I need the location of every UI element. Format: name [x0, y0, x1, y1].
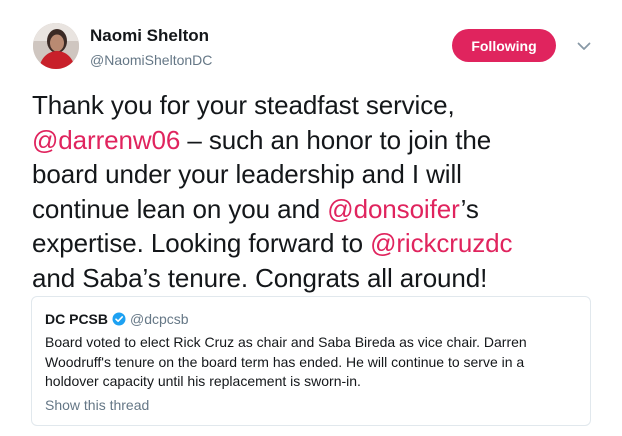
tweet-text-segment: ’s [460, 193, 479, 224]
quoted-author-name: DC PCSB [45, 311, 109, 327]
mention-link[interactable]: @darrenw06 [32, 125, 180, 155]
quoted-tweet-line: Woodruff's tenure on the board term has … [45, 353, 525, 370]
mention-link[interactable]: @donsoifer [327, 194, 460, 224]
tweet-text-segment: continue lean on you and [32, 193, 328, 224]
tweet-text-line: expertise. Looking forward to @rickcruzd… [32, 226, 592, 261]
tweet-text-line: and Saba’s tenure. Congrats all around! [32, 261, 592, 296]
tweet-text-line: board under your leadership and I will [32, 157, 592, 192]
following-button[interactable]: Following [452, 29, 556, 62]
avatar-photo-icon [33, 23, 79, 69]
quoted-author-handle: @dcpcsb [130, 311, 189, 327]
tweet-text-line: Thank you for your steadfast service, [32, 88, 592, 123]
tweet-text-segment: and Saba’s tenure. Congrats all around! [32, 262, 488, 293]
author-handle[interactable]: @NaomiSheltonDC [90, 52, 212, 68]
tweet-card: Naomi Shelton @NaomiSheltonDC Following … [0, 0, 622, 436]
quoted-tweet-header: DC PCSB @dcpcsb [45, 311, 189, 327]
verified-badge-icon [112, 312, 126, 326]
show-thread-link[interactable]: Show this thread [45, 397, 149, 413]
quoted-tweet-line: holdover capacity until his replacement … [45, 373, 361, 389]
author-name[interactable]: Naomi Shelton [90, 26, 209, 46]
tweet-text: Thank you for your steadfast service, @da… [32, 88, 592, 295]
tweet-text-line: @darrenw06 – such an honor to join the [32, 123, 592, 158]
tweet-text-line: continue lean on you and @donsoifer’s [32, 192, 592, 227]
mention-link[interactable]: @rickcruzdc [370, 228, 512, 258]
quoted-tweet-text: Board voted to elect Rick Cruz as chair … [45, 333, 575, 392]
quoted-tweet[interactable]: DC PCSB @dcpcsb Board voted to elect Ric… [31, 296, 591, 426]
tweet-text-segment: board under your leadership and I will [32, 159, 462, 189]
tweet-text-segment: expertise. Looking forward to [32, 228, 371, 258]
avatar[interactable] [33, 23, 79, 69]
quoted-tweet-line: Board voted to elect Rick Cruz as chair … [45, 334, 527, 350]
tweet-text-segment: – such an honor to join the [180, 124, 492, 155]
tweet-text-segment: Thank you for your steadfast service, [32, 90, 455, 120]
chevron-down-icon[interactable] [575, 37, 593, 55]
